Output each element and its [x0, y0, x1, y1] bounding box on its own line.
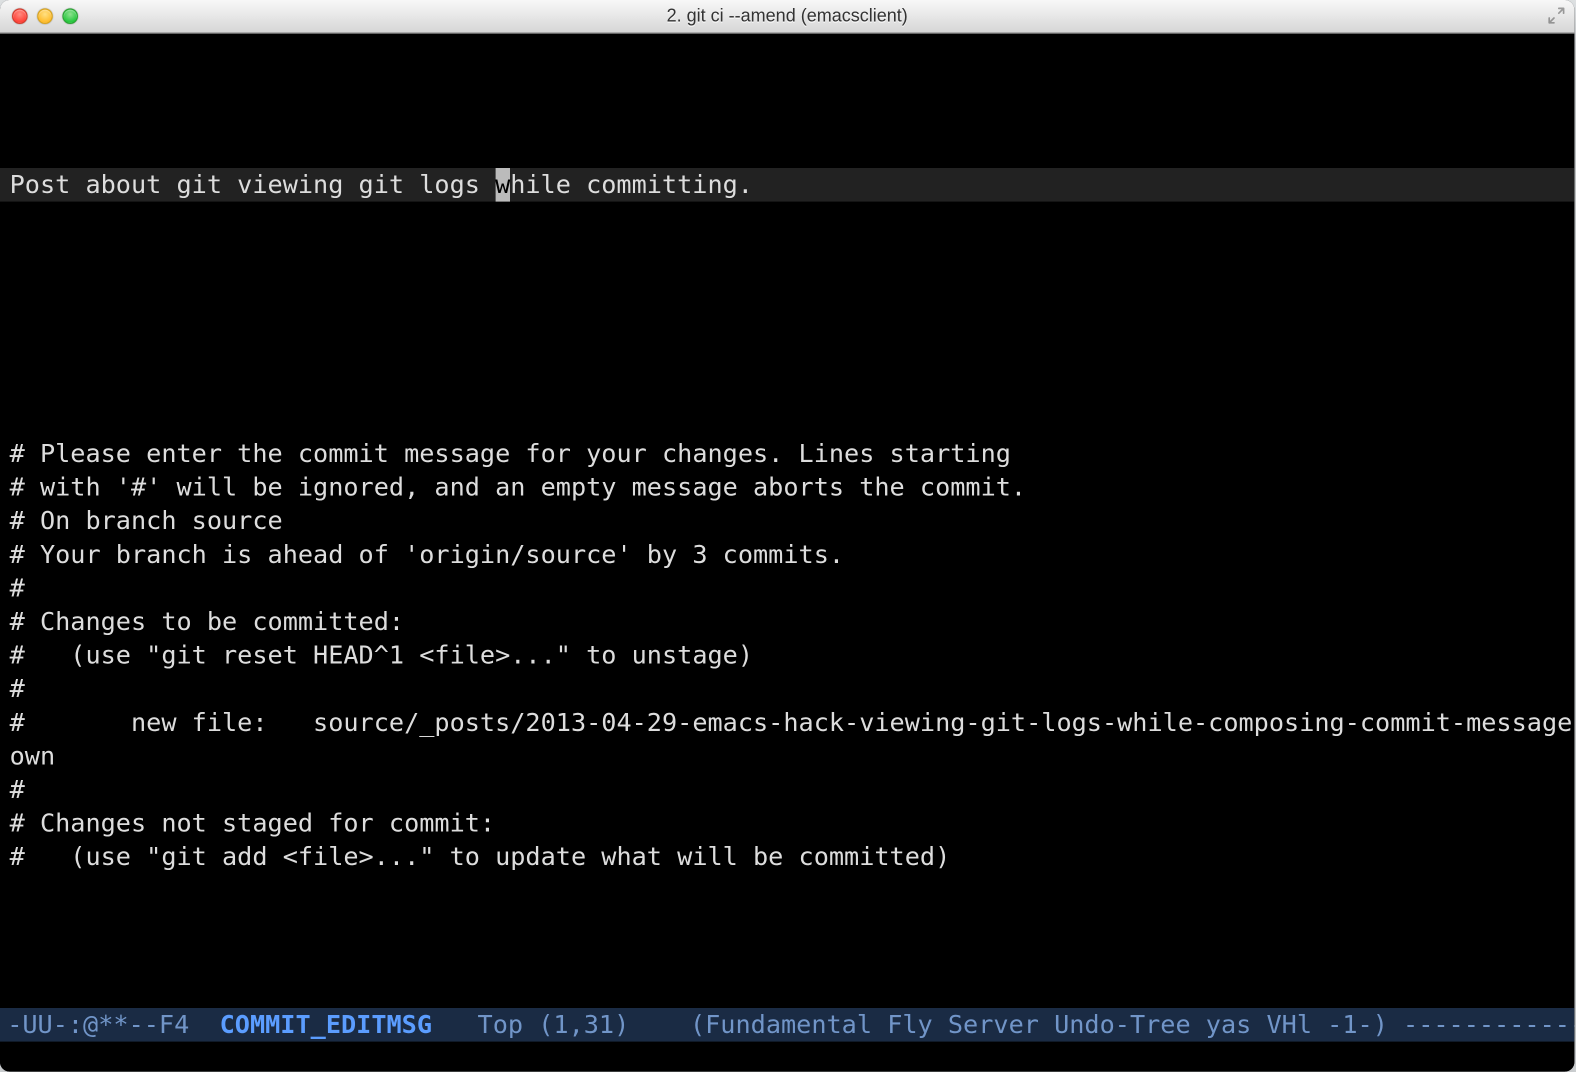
titlebar[interactable]: 2. git ci --amend (emacsclient) [0, 0, 1574, 34]
comment-line: # Changes not staged for commit: [0, 806, 1574, 840]
blank-line [0, 269, 1574, 303]
emacs-window: 2. git ci --amend (emacsclient) Post abo… [0, 0, 1574, 1072]
comment-line: # Your branch is ahead of 'origin/source… [0, 538, 1574, 572]
comment-line: # [0, 672, 1574, 706]
cursor: w [495, 168, 510, 202]
comment-line: # new file: source/_posts/2013-04-29-ema… [0, 706, 1574, 740]
comment-line: own [0, 739, 1574, 773]
comment-line: # (use "git reset HEAD^1 <file>..." to u… [0, 638, 1574, 672]
close-button[interactable] [12, 8, 28, 24]
modeline-modes: (Fundamental Fly Server Undo-Tree yas VH… [690, 1010, 1574, 1039]
maximize-icon[interactable] [1548, 7, 1565, 24]
minimize-button[interactable] [37, 8, 53, 24]
editor-area[interactable]: Post about git viewing git logs while co… [0, 34, 1574, 1072]
comment-line: # Changes to be committed: [0, 605, 1574, 639]
comment-line: # (use "git add <file>..." to update wha… [0, 840, 1574, 874]
modeline-commit[interactable]: -UU-:@**--F4 COMMIT_EDITMSG Top (1,31) (… [0, 1008, 1574, 1042]
window-title: 2. git ci --amend (emacsclient) [667, 6, 908, 26]
modeline-left: -UU-:@**--F4 [7, 1010, 219, 1039]
commit-text-before: Post about git viewing git logs [10, 170, 495, 199]
comment-line: # [0, 571, 1574, 605]
comment-line: # On branch source [0, 504, 1574, 538]
comment-line: # [0, 773, 1574, 807]
comment-line: # with '#' will be ignored, and an empty… [0, 470, 1574, 504]
comment-line: # Please enter the commit message for yo… [0, 437, 1574, 471]
zoom-button[interactable] [62, 8, 78, 24]
commit-comment-block: # Please enter the commit message for yo… [0, 437, 1574, 874]
buffer-name: COMMIT_EDITMSG [220, 1010, 432, 1039]
traffic-lights [12, 8, 78, 24]
commit-message-line[interactable]: Post about git viewing git logs while co… [0, 168, 1574, 202]
commit-text-after: hile committing. [510, 170, 753, 199]
modeline-pos: Top (1,31) [432, 1010, 690, 1039]
